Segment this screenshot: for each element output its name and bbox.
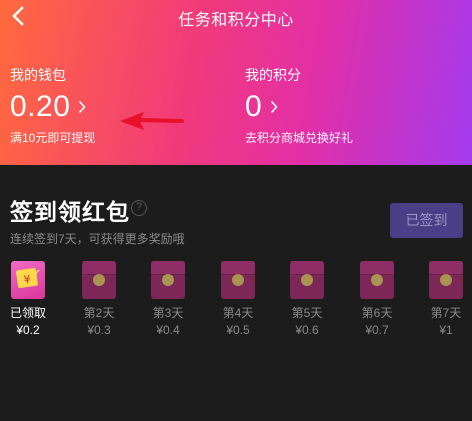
day-label: 第5天 [291,306,323,320]
day-amount: ¥0.2 [16,323,40,337]
red-envelope-icon [360,261,394,299]
chevron-right-icon [270,100,278,114]
red-envelope-icon [290,261,324,299]
envelope-coin [232,274,244,286]
envelope-coin [93,274,105,286]
header-banner: 任务和积分中心 我的钱包 0.20 满10元即可提现 我的积分 0 去积分商城兑… [0,0,472,165]
day-amount: ¥0.5 [226,323,250,337]
envelope-flap [429,261,463,275]
red-envelope-icon: ¥ [11,261,45,299]
checked-in-button[interactable]: 已签到 [390,203,463,238]
day-label: 第2天 [83,306,115,320]
wallet-value: 0.20 [10,90,71,123]
day-label: 第7天 [430,306,462,320]
envelope-flap [290,261,324,275]
day-label: 第4天 [222,306,254,320]
envelope-flap [151,261,185,275]
points-block[interactable]: 我的积分 0 去积分商城兑换好礼 [245,65,353,146]
red-envelope-icon [151,261,185,299]
page-title: 任务和积分中心 [178,12,294,29]
envelope-flap [221,261,255,275]
day-amount: ¥0.7 [365,323,389,337]
envelope-coin [301,274,313,286]
day-label: 第3天 [152,306,184,320]
points-label: 我的积分 [245,67,301,83]
day-amount: ¥0.3 [87,323,111,337]
red-envelope-icon [429,261,463,299]
red-envelope-icon [221,261,255,299]
checkin-day-1[interactable]: ¥ 已领取 ¥0.2 [8,261,48,337]
checkin-days: ¥ 已领取 ¥0.2 第2天 ¥0.3 第3天 ¥0.4 第4天 ¥0.5 第5天 ¥0.6 第6天 ¥… [0,261,472,341]
checkin-subtitle: 连续签到7天，可获得更多奖励哦 [10,232,185,246]
wallet-value-row[interactable]: 0.20 [10,89,95,125]
day-amount: ¥1 [439,323,453,337]
wallet-block[interactable]: 我的钱包 0.20 满10元即可提现 [10,65,95,146]
help-icon[interactable]: ? [131,200,147,216]
checkin-day-6[interactable]: 第6天 ¥0.7 [357,261,397,337]
checkin-day-4[interactable]: 第4天 ¥0.5 [218,261,258,337]
envelope-flap [82,261,116,275]
day-amount: ¥0.4 [156,323,180,337]
day-label: 第6天 [361,306,393,320]
checkin-title: 签到领红包 [10,199,130,225]
wallet-withdraw-hint: 满10元即可提现 [10,131,96,145]
wallet-label: 我的钱包 [10,67,66,83]
day-amount: ¥0.6 [295,323,319,337]
checkin-day-3[interactable]: 第3天 ¥0.4 [148,261,188,337]
envelope-flap [360,261,394,275]
points-value: 0 [245,90,263,123]
red-envelope-icon [82,261,116,299]
checkin-day-7[interactable]: 第7天 ¥1 [426,261,466,337]
checkin-section: 签到领红包 ? 连续签到7天，可获得更多奖励哦 已签到 ¥ 已领取 ¥0.2 第2天 ¥… [0,165,472,421]
red-arrow-annotation [120,112,184,130]
checkin-day-2[interactable]: 第2天 ¥0.3 [79,261,119,337]
envelope-coin [371,274,383,286]
day-label: 已领取 [9,306,46,320]
points-value-row[interactable]: 0 [245,89,353,125]
points-mall-link[interactable]: 去积分商城兑换好礼 [245,129,353,146]
checkin-day-5[interactable]: 第5天 ¥0.6 [287,261,327,337]
chevron-right-icon [78,100,86,114]
envelope-coin [440,274,452,286]
envelope-coin [162,274,174,286]
